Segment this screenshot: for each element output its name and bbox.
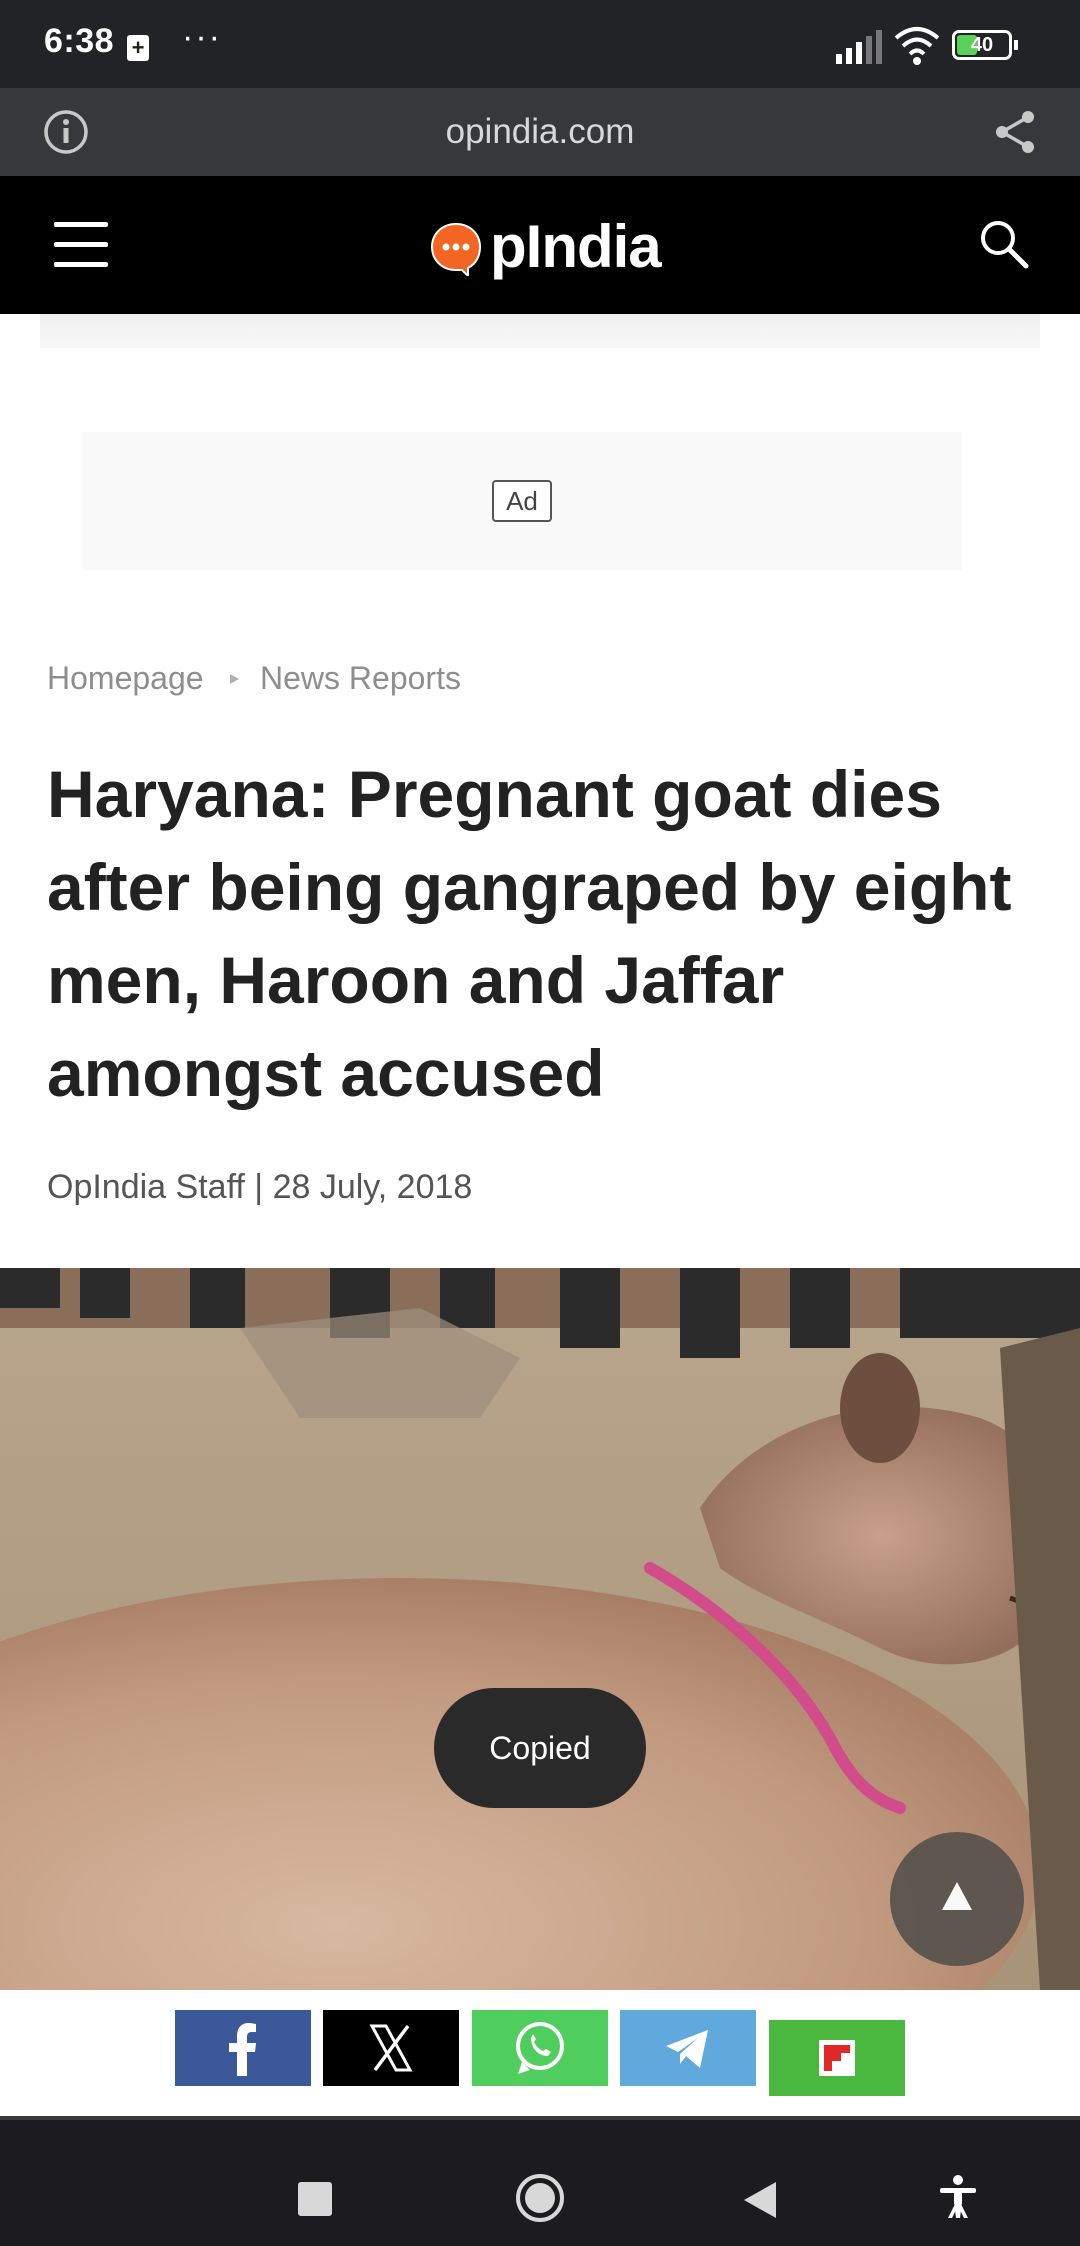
copied-toast: Copied xyxy=(434,1688,646,1808)
arrow-up-icon xyxy=(942,1882,972,1910)
more-notifications-icon: ··· xyxy=(182,18,222,56)
search-icon[interactable] xyxy=(978,218,1030,270)
x-icon xyxy=(369,2024,413,2072)
whatsapp-share-button[interactable] xyxy=(472,2010,608,2086)
article-title: Haryana: Pregnant goat dies after being … xyxy=(47,757,1012,1110)
logo-text: pIndia xyxy=(490,213,662,280)
status-bar: 6:38 + ··· 40 xyxy=(0,0,1080,88)
logo-speech-bubble-icon xyxy=(430,222,482,276)
facebook-icon xyxy=(229,2023,256,2076)
home-button[interactable] xyxy=(514,2172,566,2224)
signal-icon xyxy=(836,30,882,64)
ad-label: Ad xyxy=(492,480,552,522)
status-time: 6:38 xyxy=(44,22,115,60)
battery-level: 40 xyxy=(970,34,994,56)
system-nav-bar xyxy=(0,2116,1080,2246)
ad-slot[interactable]: Ad xyxy=(82,432,962,570)
battery-icon: 40 xyxy=(952,30,1012,60)
facebook-share-button[interactable] xyxy=(175,2010,311,2086)
article-byline: OpIndia Staff | 28 July, 2018 xyxy=(47,1168,473,1206)
recents-button[interactable] xyxy=(298,2182,332,2216)
site-header: pIndia xyxy=(0,176,1080,314)
browser-url-bar[interactable]: opindia.com xyxy=(0,88,1080,176)
back-to-top-button[interactable] xyxy=(890,1832,1024,1966)
share-icon[interactable] xyxy=(992,108,1038,156)
hamburger-menu-icon[interactable] xyxy=(54,222,108,268)
breadcrumb-separator-icon xyxy=(230,674,239,684)
breadcrumb-home[interactable]: Homepage xyxy=(47,660,204,697)
flipboard-icon xyxy=(819,2040,855,2076)
accessibility-icon[interactable] xyxy=(938,2174,978,2220)
breadcrumb-section[interactable]: News Reports xyxy=(260,660,461,697)
header-shadow xyxy=(40,314,1040,348)
telegram-icon xyxy=(666,2030,708,2068)
notification-icon: + xyxy=(127,35,149,61)
flipboard-share-button[interactable] xyxy=(769,2020,905,2096)
whatsapp-icon xyxy=(516,2022,564,2074)
wifi-icon xyxy=(894,27,940,65)
back-button[interactable] xyxy=(742,2180,778,2220)
telegram-share-button[interactable] xyxy=(620,2010,756,2086)
x-share-button[interactable] xyxy=(323,2010,459,2086)
url-text[interactable]: opindia.com xyxy=(0,112,1080,152)
